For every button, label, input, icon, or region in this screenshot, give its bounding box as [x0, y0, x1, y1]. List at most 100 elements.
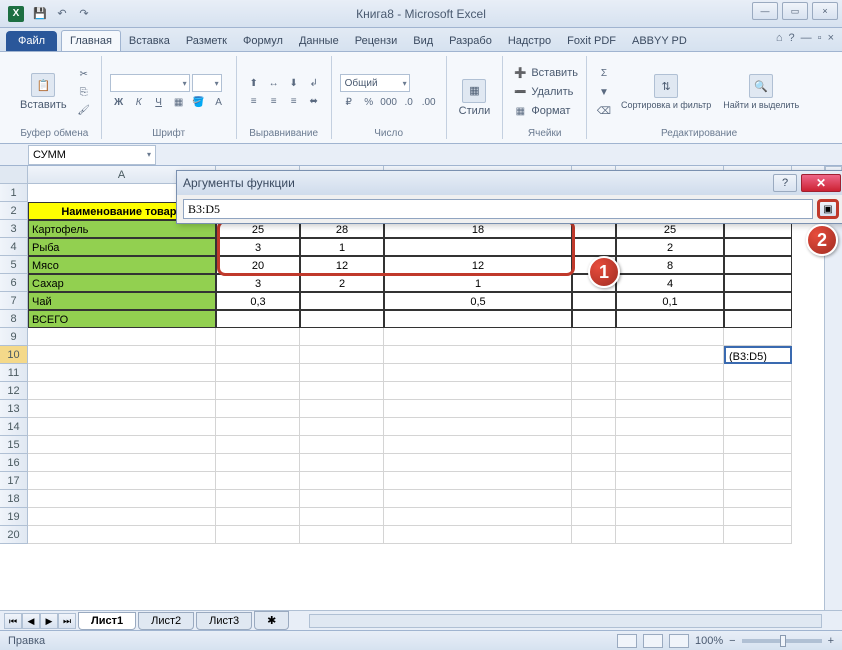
- row-header-20[interactable]: 20: [0, 526, 28, 544]
- cell-G10[interactable]: (B3:D5): [724, 346, 792, 364]
- cell-F15[interactable]: [616, 436, 724, 454]
- tab-addins[interactable]: Надстро: [500, 31, 559, 51]
- merge-icon[interactable]: ⬌: [305, 93, 323, 109]
- cell-B8[interactable]: [216, 310, 300, 328]
- cell-C16[interactable]: [300, 454, 384, 472]
- cell-B13[interactable]: [216, 400, 300, 418]
- font-color-button[interactable]: A: [210, 94, 228, 110]
- cell-B12[interactable]: [216, 382, 300, 400]
- cell-C11[interactable]: [300, 364, 384, 382]
- underline-button[interactable]: Ч: [150, 94, 168, 110]
- cell-A14[interactable]: [28, 418, 216, 436]
- cell-D20[interactable]: [384, 526, 572, 544]
- sheet-nav-next[interactable]: ▶: [40, 613, 58, 629]
- new-sheet-button[interactable]: ✱: [254, 611, 289, 630]
- cells-insert-button[interactable]: ➕Вставить: [511, 65, 578, 81]
- cell-B19[interactable]: [216, 508, 300, 526]
- fill-color-button[interactable]: 🪣: [190, 94, 208, 110]
- cell-B11[interactable]: [216, 364, 300, 382]
- italic-button[interactable]: К: [130, 94, 148, 110]
- cell-D12[interactable]: [384, 382, 572, 400]
- number-format-combo[interactable]: Общий: [340, 74, 410, 92]
- increase-decimal-icon[interactable]: .0: [400, 94, 418, 110]
- dialog-expand-button[interactable]: ▣: [817, 199, 839, 219]
- cell-C20[interactable]: [300, 526, 384, 544]
- cell-B16[interactable]: [216, 454, 300, 472]
- cell-D7[interactable]: 0,5: [384, 292, 572, 310]
- cell-B10[interactable]: [216, 346, 300, 364]
- minimize-button[interactable]: —: [752, 2, 778, 20]
- cell-A10[interactable]: [28, 346, 216, 364]
- font-size-combo[interactable]: [192, 74, 222, 92]
- cell-A13[interactable]: [28, 400, 216, 418]
- align-middle-icon[interactable]: ↔: [265, 75, 283, 91]
- cell-E20[interactable]: [572, 526, 616, 544]
- cell-E14[interactable]: [572, 418, 616, 436]
- cell-G5[interactable]: [724, 256, 792, 274]
- align-top-icon[interactable]: ⬆: [245, 75, 263, 91]
- clear-button[interactable]: ⌫: [595, 103, 613, 119]
- align-center-icon[interactable]: ≡: [265, 93, 283, 109]
- cell-F20[interactable]: [616, 526, 724, 544]
- inner-min-button[interactable]: —: [801, 32, 812, 44]
- dialog-titlebar[interactable]: Аргументы функции ? ✕: [177, 171, 842, 195]
- tab-home[interactable]: Главная: [61, 30, 121, 51]
- tab-data[interactable]: Данные: [291, 31, 347, 51]
- cell-F13[interactable]: [616, 400, 724, 418]
- cell-D5[interactable]: 12: [384, 256, 572, 274]
- cell-E18[interactable]: [572, 490, 616, 508]
- row-header-15[interactable]: 15: [0, 436, 28, 454]
- row-header-6[interactable]: 6: [0, 274, 28, 292]
- align-bottom-icon[interactable]: ⬇: [285, 75, 303, 91]
- cell-D18[interactable]: [384, 490, 572, 508]
- row-header-8[interactable]: 8: [0, 310, 28, 328]
- undo-icon[interactable]: ↶: [54, 6, 70, 22]
- row-header-16[interactable]: 16: [0, 454, 28, 472]
- cell-C6[interactable]: 2: [300, 274, 384, 292]
- maximize-button[interactable]: ▭: [782, 2, 808, 20]
- row-header-12[interactable]: 12: [0, 382, 28, 400]
- cell-E15[interactable]: [572, 436, 616, 454]
- cell-E16[interactable]: [572, 454, 616, 472]
- cell-G15[interactable]: [724, 436, 792, 454]
- row-header-13[interactable]: 13: [0, 400, 28, 418]
- cell-D19[interactable]: [384, 508, 572, 526]
- cell-D10[interactable]: [384, 346, 572, 364]
- cell-A9[interactable]: [28, 328, 216, 346]
- cells-delete-button[interactable]: ➖Удалить: [511, 84, 578, 100]
- sheet-nav-first[interactable]: ⏮: [4, 613, 22, 629]
- cell-F19[interactable]: [616, 508, 724, 526]
- cell-F4[interactable]: 2: [616, 238, 724, 256]
- sheet-tab-2[interactable]: Лист2: [138, 612, 194, 630]
- cell-C19[interactable]: [300, 508, 384, 526]
- cell-G20[interactable]: [724, 526, 792, 544]
- cell-E12[interactable]: [572, 382, 616, 400]
- decrease-decimal-icon[interactable]: .00: [420, 94, 438, 110]
- row-header-14[interactable]: 14: [0, 418, 28, 436]
- row-header-5[interactable]: 5: [0, 256, 28, 274]
- cell-D6[interactable]: 1: [384, 274, 572, 292]
- percent-icon[interactable]: %: [360, 94, 378, 110]
- cell-C17[interactable]: [300, 472, 384, 490]
- cell-F6[interactable]: 4: [616, 274, 724, 292]
- cell-C10[interactable]: [300, 346, 384, 364]
- cell-G17[interactable]: [724, 472, 792, 490]
- grid[interactable]: КоличествоНаименование товара1 партия2 п…: [28, 184, 824, 610]
- tab-formulas[interactable]: Формул: [235, 31, 291, 51]
- cell-C12[interactable]: [300, 382, 384, 400]
- row-header-19[interactable]: 19: [0, 508, 28, 526]
- cell-C15[interactable]: [300, 436, 384, 454]
- wrap-text-icon[interactable]: ↲: [305, 75, 323, 91]
- view-normal-button[interactable]: [617, 634, 637, 648]
- cell-F8[interactable]: [616, 310, 724, 328]
- cell-D14[interactable]: [384, 418, 572, 436]
- cell-C9[interactable]: [300, 328, 384, 346]
- cell-B7[interactable]: 0,3: [216, 292, 300, 310]
- cell-A8[interactable]: ВСЕГО: [28, 310, 216, 328]
- cell-G14[interactable]: [724, 418, 792, 436]
- cell-D8[interactable]: [384, 310, 572, 328]
- cell-E19[interactable]: [572, 508, 616, 526]
- cell-C7[interactable]: [300, 292, 384, 310]
- cell-G11[interactable]: [724, 364, 792, 382]
- cell-G4[interactable]: [724, 238, 792, 256]
